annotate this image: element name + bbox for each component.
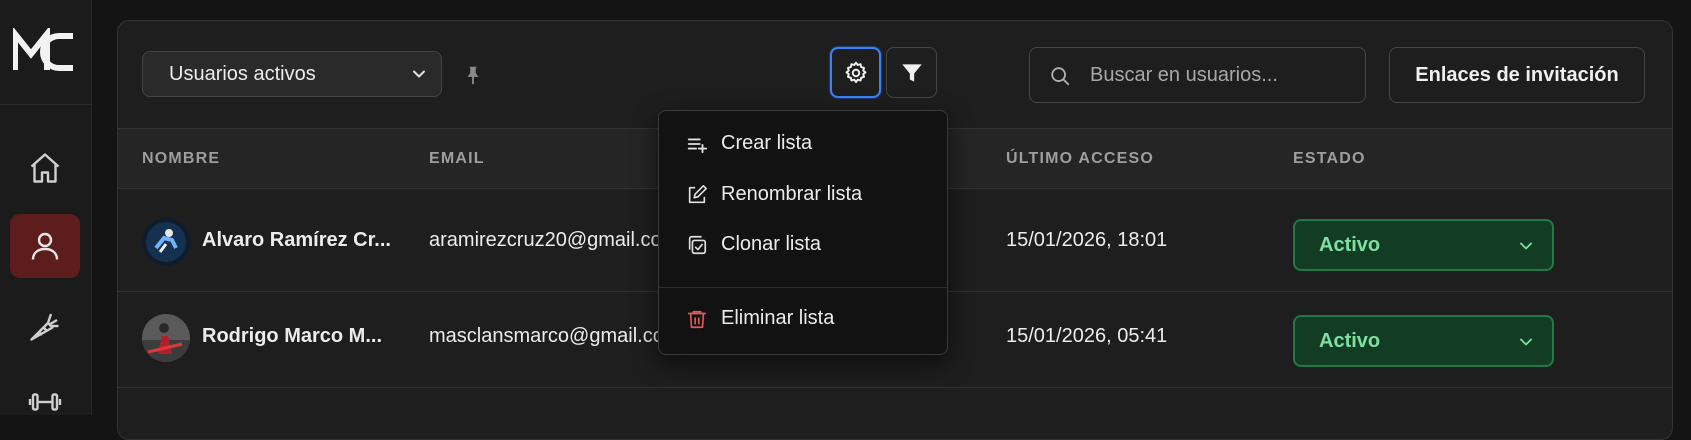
column-header-name[interactable]: NOMBRE (142, 150, 220, 168)
filter-icon (901, 63, 922, 82)
status-value: Activo (1319, 329, 1381, 352)
list-settings-button[interactable] (830, 47, 881, 98)
carrot-icon (30, 313, 59, 341)
sidebar-item-home[interactable] (10, 136, 80, 200)
user-name: Rodrigo Marco M... (202, 325, 382, 347)
trash-icon (687, 310, 707, 329)
playlist-add-icon (687, 138, 708, 154)
column-header-email[interactable]: EMAIL (429, 150, 485, 168)
search-icon (1051, 67, 1070, 86)
sidebar-item-workouts[interactable] (10, 370, 80, 434)
list-select-value: Usuarios activos (169, 62, 316, 85)
app-logo[interactable] (12, 25, 77, 76)
avatar (142, 218, 190, 266)
column-header-last-access[interactable]: ÚLTIMO ACCESO (1006, 150, 1154, 168)
sidebar (0, 0, 92, 415)
menu-item-label: Crear lista (721, 132, 813, 154)
gear-icon (844, 61, 867, 83)
invite-links-button[interactable]: Enlaces de invitación (1389, 47, 1645, 103)
status-select[interactable]: Activo (1293, 219, 1554, 271)
list-actions-menu: Crear lista Renombrar lista Clonar lista… (658, 110, 948, 355)
sidebar-divider (0, 104, 92, 105)
menu-divider (659, 287, 947, 288)
filter-button[interactable] (886, 47, 937, 98)
status-value: Activo (1319, 233, 1381, 256)
pin-icon[interactable] (462, 63, 484, 87)
user-last-access: 15/01/2026, 05:41 (1006, 325, 1168, 347)
search-box (1029, 47, 1366, 103)
user-name: Alvaro Ramírez Cr... (202, 229, 391, 251)
menu-item-create-list[interactable]: Crear lista (659, 118, 947, 170)
menu-item-label: Clonar lista (721, 233, 822, 255)
user-last-access: 15/01/2026, 18:01 (1006, 229, 1168, 251)
menu-item-rename-list[interactable]: Renombrar lista (659, 169, 947, 221)
status-select[interactable]: Activo (1293, 315, 1554, 367)
menu-item-clone-list[interactable]: Clonar lista (659, 219, 947, 271)
user-icon (31, 232, 59, 260)
menu-item-label: Eliminar lista (721, 307, 835, 329)
sidebar-item-users[interactable] (10, 214, 80, 278)
avatar (142, 314, 190, 362)
chevron-down-icon (1520, 242, 1532, 250)
menu-item-label: Renombrar lista (721, 183, 863, 205)
chevron-down-icon (1520, 338, 1532, 346)
chevron-down-icon (413, 70, 425, 78)
list-select[interactable]: Usuarios activos (142, 51, 442, 97)
sidebar-item-nutrition[interactable] (10, 294, 80, 358)
home-icon (30, 153, 60, 183)
users-panel: Usuarios activos Enlaces de invita (117, 20, 1673, 440)
search-input[interactable] (1090, 48, 1360, 102)
menu-item-delete-list[interactable]: Eliminar lista (659, 293, 947, 345)
copy-check-icon (688, 235, 707, 255)
column-header-status[interactable]: ESTADO (1293, 150, 1366, 168)
edit-icon (688, 185, 707, 204)
